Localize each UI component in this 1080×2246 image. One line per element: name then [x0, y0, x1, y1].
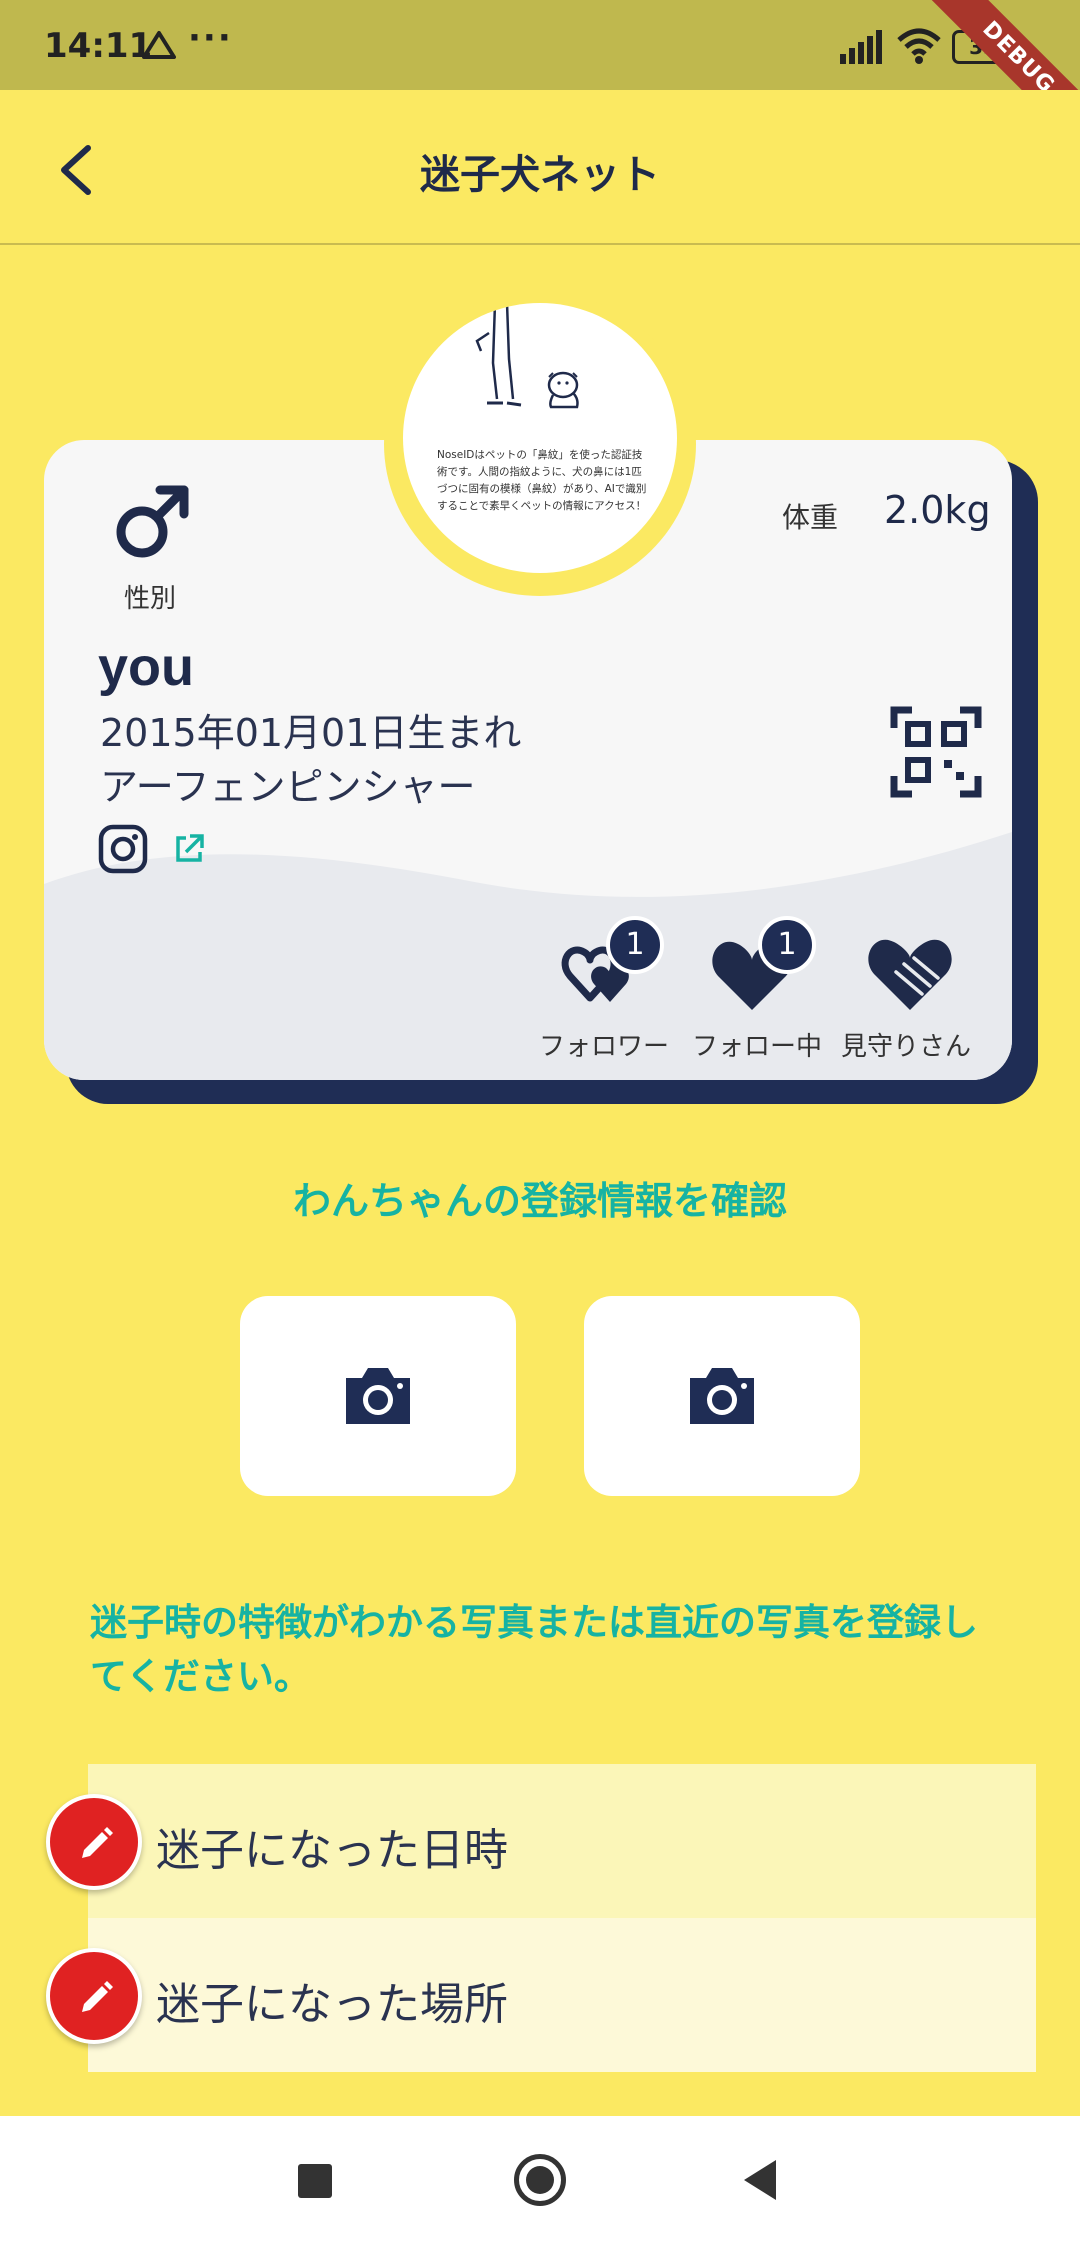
system-back-button[interactable] [744, 2160, 776, 2200]
pet-breed: アーフェンピンシャー [100, 765, 476, 809]
recents-button[interactable] [298, 2164, 332, 2198]
pencil-icon [82, 1981, 113, 2012]
pet-birthdate: 2015年01月01日生まれ [100, 711, 522, 755]
weight-label: 体重 [782, 501, 839, 534]
status-time: 14:11 [44, 26, 153, 66]
watchers-stat[interactable] [860, 920, 1000, 1040]
qr-code-icon[interactable] [890, 706, 982, 798]
photo-slot-1[interactable] [240, 1296, 516, 1496]
wifi-icon [897, 28, 941, 64]
watchers-label: 見守りさん [841, 1032, 972, 1062]
drive-icon [142, 31, 176, 59]
system-nav-bar [0, 2116, 1080, 2246]
confirm-registration-link[interactable]: わんちゃんの登録情報を確認 [0, 1170, 1080, 1225]
status-bar: 14:11 ··· 35 DEBUG [0, 0, 1080, 157]
weight-value: 2.0kg [884, 488, 991, 532]
home-button[interactable] [514, 2154, 566, 2206]
camera-icon [690, 1368, 754, 1424]
instagram-icon[interactable] [98, 824, 148, 874]
pencil-icon [82, 1827, 113, 1858]
male-icon [116, 485, 189, 558]
external-link-icon[interactable] [172, 832, 206, 866]
gender-label: 性別 [124, 584, 177, 614]
signal-icon [840, 30, 882, 64]
status-more-dots: ··· [188, 18, 233, 58]
photo-instruction: 迷子時の特徴がわかる写真または直近の写真を登録してください。 [90, 1601, 978, 1698]
app-bar: 迷子犬ネット [0, 90, 1080, 245]
following-count-badge: 1 [758, 916, 816, 974]
follower-label: フォロワー [539, 1032, 670, 1062]
followers-stat[interactable]: 1 [540, 916, 680, 1040]
avatar-description: NoseIDはペットの「鼻紋」を使った認証技術です。人間の指紋ように、犬の鼻には… [437, 449, 647, 512]
following-label: フォロー中 [692, 1032, 823, 1062]
follower-count-badge: 1 [606, 916, 664, 974]
edit-location-button[interactable] [46, 1948, 142, 2044]
edit-datetime-button[interactable] [46, 1794, 142, 1890]
photo-slot-2[interactable] [584, 1296, 860, 1496]
lost-location-label: 迷子になった場所 [156, 1979, 508, 2030]
handshake-heart-icon [868, 939, 952, 1010]
pet-name: you [98, 637, 195, 697]
illustration-person-dog [475, 303, 579, 409]
following-stat[interactable]: 1 [696, 916, 836, 1040]
camera-icon [346, 1368, 410, 1424]
avatar[interactable]: NoseIDはペットの「鼻紋」を使った認証技術です。人間の指紋ように、犬の鼻には… [403, 303, 677, 573]
lost-datetime-label: 迷子になった日時 [156, 1825, 508, 1876]
page-title: 迷子犬ネット [420, 152, 660, 198]
